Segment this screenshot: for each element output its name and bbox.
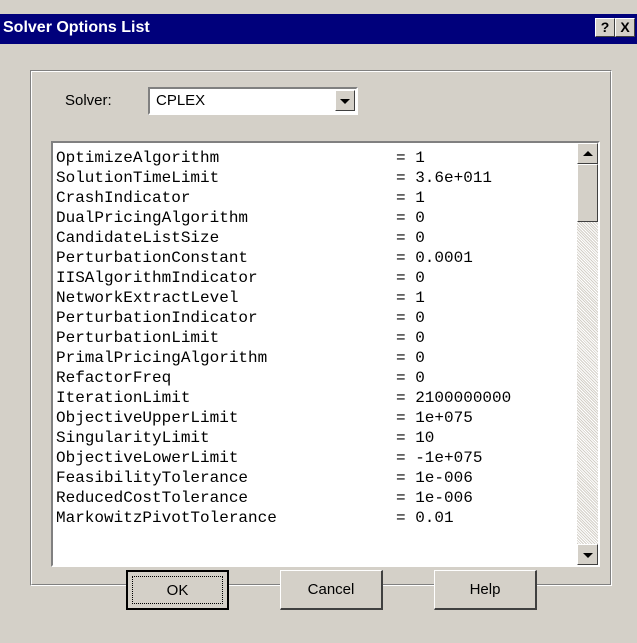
scroll-up-button[interactable] <box>577 143 598 164</box>
option-value: = 1 <box>396 289 425 307</box>
option-row[interactable]: PerturbationIndicator = 0 <box>56 308 576 328</box>
option-name: PerturbationIndicator <box>56 309 258 327</box>
option-value: = 3.6e+011 <box>396 169 493 187</box>
option-row[interactable]: PerturbationLimit = 0 <box>56 328 576 348</box>
option-name: PerturbationLimit <box>56 329 220 347</box>
option-name: PrimalPricingAlgorithm <box>56 349 268 367</box>
option-name: SolutionTimeLimit <box>56 169 220 187</box>
option-row[interactable]: SolutionTimeLimit = 3.6e+011 <box>56 168 576 188</box>
option-name: FeasibilityTolerance <box>56 469 249 487</box>
solver-label: Solver: <box>65 92 112 109</box>
option-value: = -1e+075 <box>396 449 483 467</box>
option-value: = 0.01 <box>396 509 454 527</box>
dialog-client-area: Solver: CPLEX OptimizeAlgorithm = 1 Soluti… <box>0 44 637 643</box>
close-button[interactable]: X <box>615 18 635 37</box>
option-row[interactable]: ObjectiveLowerLimit = -1e+075 <box>56 448 576 468</box>
option-row[interactable]: FeasibilityTolerance = 1e-006 <box>56 468 576 488</box>
option-row[interactable]: DualPricingAlgorithm = 0 <box>56 208 576 228</box>
option-name: OptimizeAlgorithm <box>56 149 220 167</box>
option-name: CandidateListSize <box>56 229 220 247</box>
option-row[interactable]: PerturbationConstant = 0.0001 <box>56 248 576 268</box>
option-value: = 1e-006 <box>396 489 473 507</box>
option-value: = 0 <box>396 349 425 367</box>
option-value: = 1 <box>396 149 425 167</box>
solver-selected-value: CPLEX <box>156 92 206 109</box>
option-row[interactable]: ObjectiveUpperLimit = 1e+075 <box>56 408 576 428</box>
option-value: = 1e+075 <box>396 409 473 427</box>
help-button-label: Help <box>469 581 501 598</box>
option-name: DualPricingAlgorithm <box>56 209 249 227</box>
option-row[interactable]: ReducedCostTolerance = 1e-006 <box>56 488 576 508</box>
arrow-up-icon <box>582 150 593 156</box>
option-value: = 10 <box>396 429 435 447</box>
scroll-down-button[interactable] <box>577 544 598 565</box>
option-row[interactable]: IterationLimit = 2100000000 <box>56 388 576 408</box>
option-row[interactable]: SingularityLimit = 10 <box>56 428 576 448</box>
option-value: = 1 <box>396 189 425 207</box>
scroll-thumb[interactable] <box>577 164 598 222</box>
option-row[interactable]: CrashIndicator = 1 <box>56 188 576 208</box>
option-value: = 2100000000 <box>396 389 512 407</box>
dropdown-button[interactable] <box>335 90 355 111</box>
option-row[interactable]: CandidateListSize = 0 <box>56 228 576 248</box>
arrow-down-icon <box>582 552 593 558</box>
option-name: IISAlgorithmIndicator <box>56 269 258 287</box>
solver-dropdown[interactable]: CPLEX <box>148 87 358 115</box>
option-name: ObjectiveUpperLimit <box>56 409 239 427</box>
option-name: MarkowitzPivotTolerance <box>56 509 277 527</box>
option-name: CrashIndicator <box>56 189 191 207</box>
cancel-button-label: Cancel <box>307 581 355 598</box>
option-row[interactable]: MarkowitzPivotTolerance = 0.01 <box>56 508 576 528</box>
option-value: = 0 <box>396 229 425 247</box>
ok-button[interactable]: OK <box>126 570 229 610</box>
option-value: = 0 <box>396 269 425 287</box>
option-name: ObjectiveLowerLimit <box>56 449 239 467</box>
option-name: IterationLimit <box>56 389 191 407</box>
options-list: OptimizeAlgorithm = 1 SolutionTimeLimit = 3… <box>56 148 576 528</box>
help-title-button[interactable]: ? <box>595 18 615 37</box>
option-value: = 1e-006 <box>396 469 473 487</box>
chevron-down-icon <box>340 98 350 104</box>
option-name: SingularityLimit <box>56 429 210 447</box>
option-name: PerturbationConstant <box>56 249 249 267</box>
option-value: = 0 <box>396 209 425 227</box>
help-button[interactable]: Help <box>434 570 537 610</box>
options-listbox[interactable]: OptimizeAlgorithm = 1 SolutionTimeLimit = 3… <box>51 141 600 567</box>
option-name: ReducedCostTolerance <box>56 489 249 507</box>
option-value: = 0 <box>396 329 425 347</box>
option-row[interactable]: PrimalPricingAlgorithm = 0 <box>56 348 576 368</box>
title-bar[interactable]: Solver Options List ? X <box>0 14 637 44</box>
option-value: = 0 <box>396 369 425 387</box>
option-row[interactable]: NetworkExtractLevel = 1 <box>56 288 576 308</box>
dialog-window: Solver Options List ? X Solver: CPLEX Op… <box>0 0 637 643</box>
option-value: = 0 <box>396 309 425 327</box>
vertical-scrollbar[interactable] <box>577 143 598 565</box>
option-row[interactable]: OptimizeAlgorithm = 1 <box>56 148 576 168</box>
cancel-button[interactable]: Cancel <box>280 570 383 610</box>
option-name: NetworkExtractLevel <box>56 289 239 307</box>
window-title: Solver Options List <box>3 19 150 36</box>
option-row[interactable]: IISAlgorithmIndicator = 0 <box>56 268 576 288</box>
option-name: RefactorFreq <box>56 369 172 387</box>
option-value: = 0.0001 <box>396 249 473 267</box>
option-row[interactable]: RefactorFreq = 0 <box>56 368 576 388</box>
